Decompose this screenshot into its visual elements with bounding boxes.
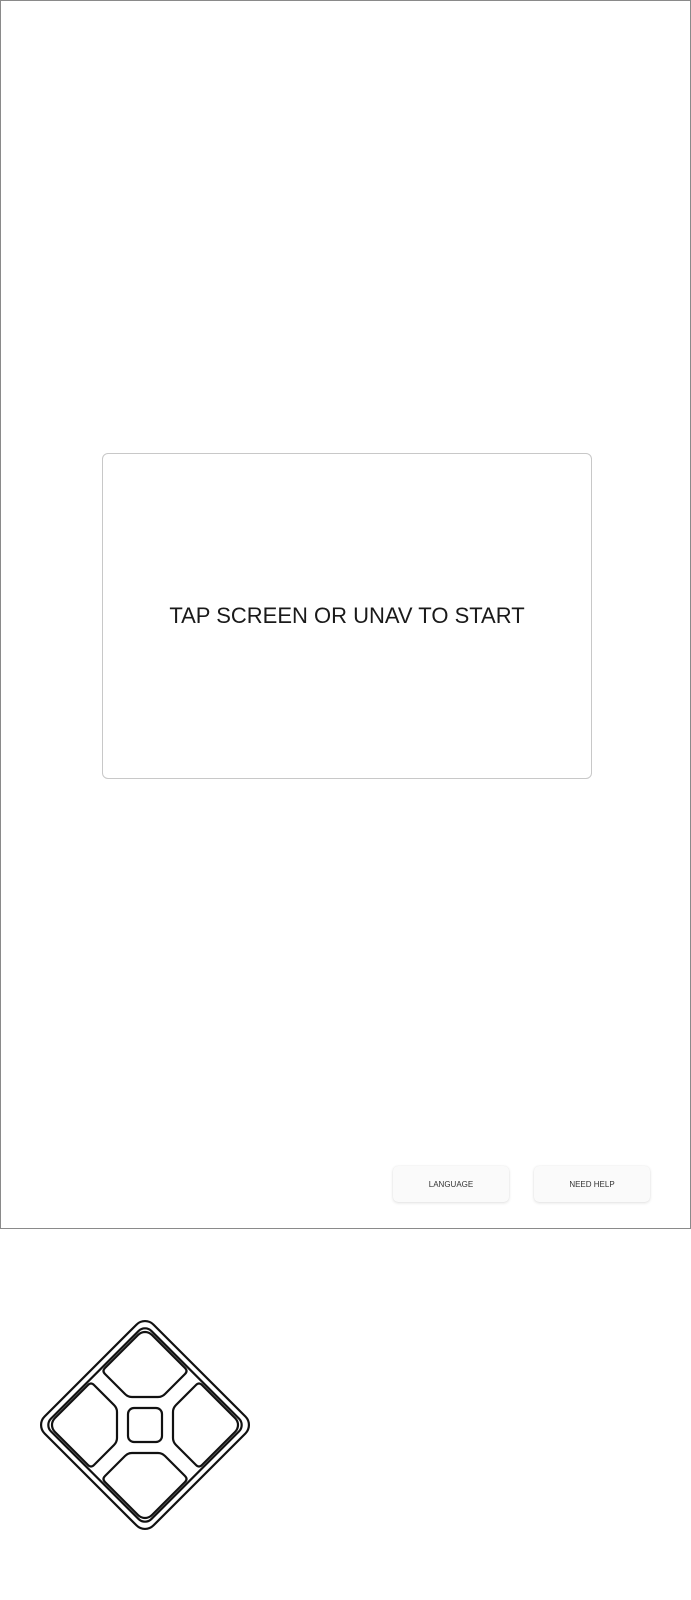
kiosk-screen[interactable]: TAP SCREEN OR UNAV TO START LANGUAGE NEE… xyxy=(0,0,691,1229)
unav-right-button[interactable] xyxy=(171,1382,240,1468)
unav-down-button[interactable] xyxy=(102,1451,188,1520)
start-panel[interactable]: TAP SCREEN OR UNAV TO START xyxy=(102,453,592,779)
language-button-label: LANGUAGE xyxy=(428,1179,474,1189)
unav-center-button[interactable] xyxy=(126,1406,164,1444)
unav-left-button[interactable] xyxy=(50,1382,119,1468)
need-help-button[interactable]: NEED HELP xyxy=(534,1166,650,1202)
unav-dpad-icon xyxy=(39,1319,251,1531)
start-prompt: TAP SCREEN OR UNAV TO START xyxy=(169,603,525,628)
unav-up-button[interactable] xyxy=(102,1330,188,1399)
language-button[interactable]: LANGUAGE xyxy=(393,1166,509,1202)
need-help-button-label: NEED HELP xyxy=(569,1179,615,1189)
